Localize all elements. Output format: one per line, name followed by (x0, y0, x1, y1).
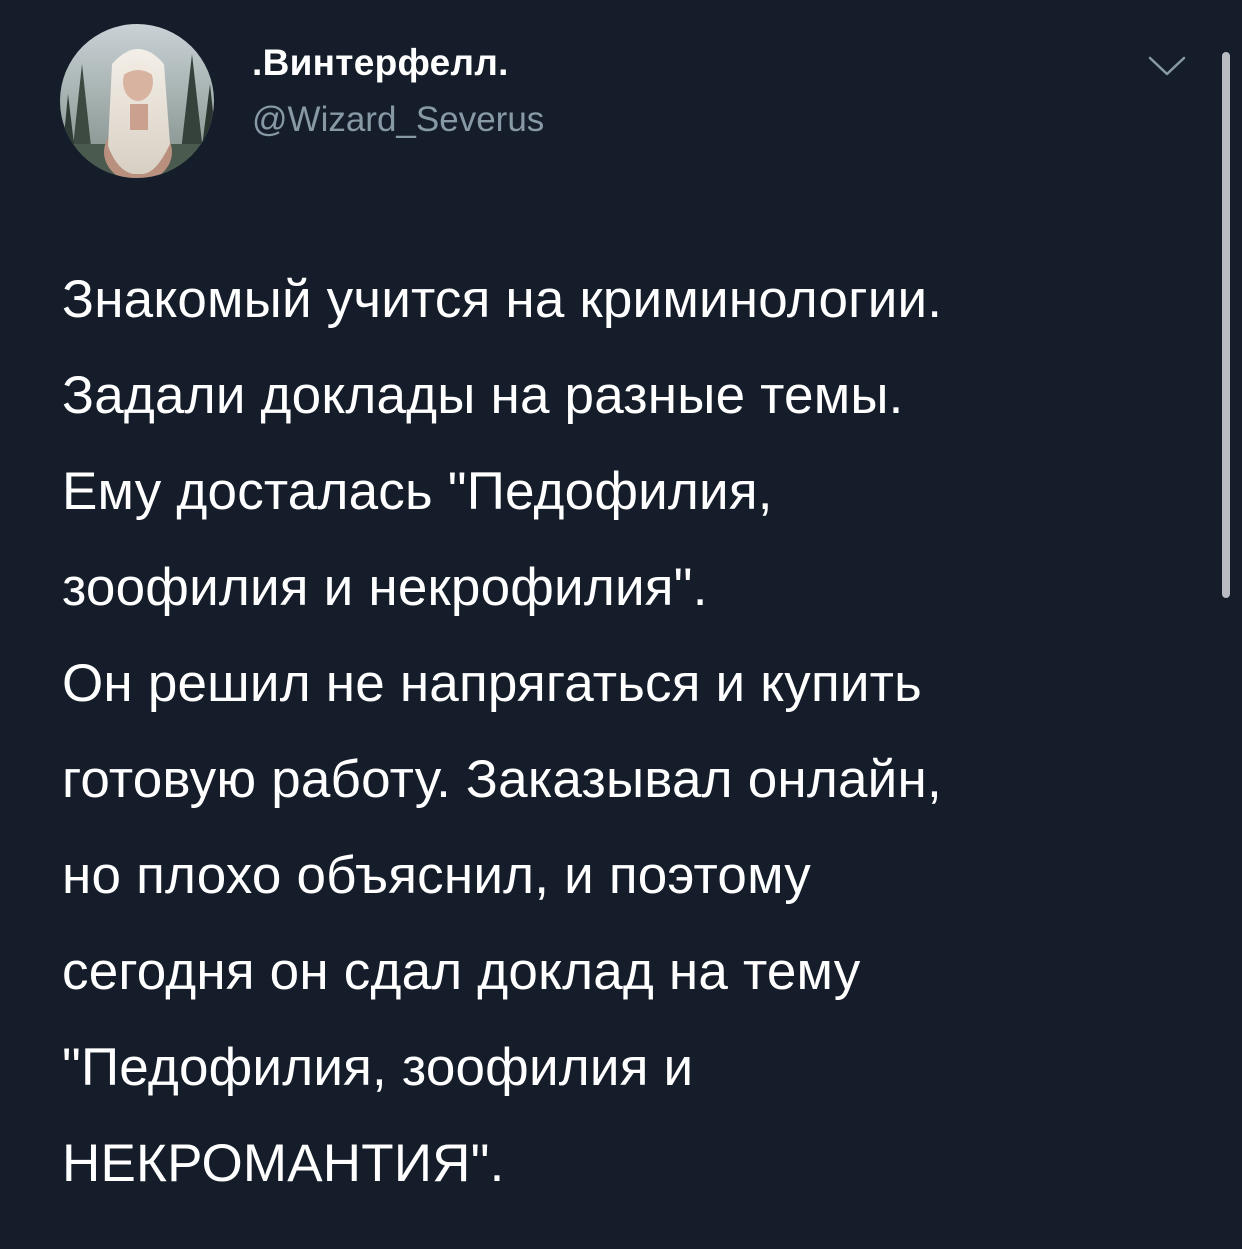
tweet-text-line: Знакомый учится на криминологии. (62, 270, 943, 329)
scrollbar-thumb[interactable] (1222, 52, 1230, 598)
author-handle[interactable]: @Wizard_Severus (252, 100, 544, 140)
author-display-name[interactable]: .Винтерфелл. (252, 42, 509, 84)
tweet-text-line: Задали доклады на разные темы. (62, 366, 904, 425)
tweet-text-line: "Педофилия, зоофилия и (62, 1038, 694, 1097)
tweet-card: .Винтерфелл. @Wizard_Severus Знакомый уч… (0, 0, 1242, 1249)
tweet-text-line: но плохо объяснил, и поэтому (62, 846, 811, 905)
author-avatar[interactable] (60, 24, 214, 178)
avatar-photo-icon (60, 24, 214, 178)
tweet-text-line: НЕКРОМАНТИЯ". (62, 1134, 505, 1193)
tweet-text-line: Он решил не напрягаться и купить (62, 654, 922, 713)
tweet-text-line: Ему досталась "Педофилия, (62, 462, 773, 521)
tweet-text-line: готовую работу. Заказывал онлайн, (62, 750, 942, 809)
tweet-text-line: зоофилия и некрофилия". (62, 558, 708, 617)
tweet-text-line: сегодня он сдал доклад на тему (62, 942, 861, 1001)
tweet-text: Знакомый учится на криминологии. Задали … (62, 252, 1202, 1212)
chevron-down-icon[interactable] (1146, 52, 1188, 80)
